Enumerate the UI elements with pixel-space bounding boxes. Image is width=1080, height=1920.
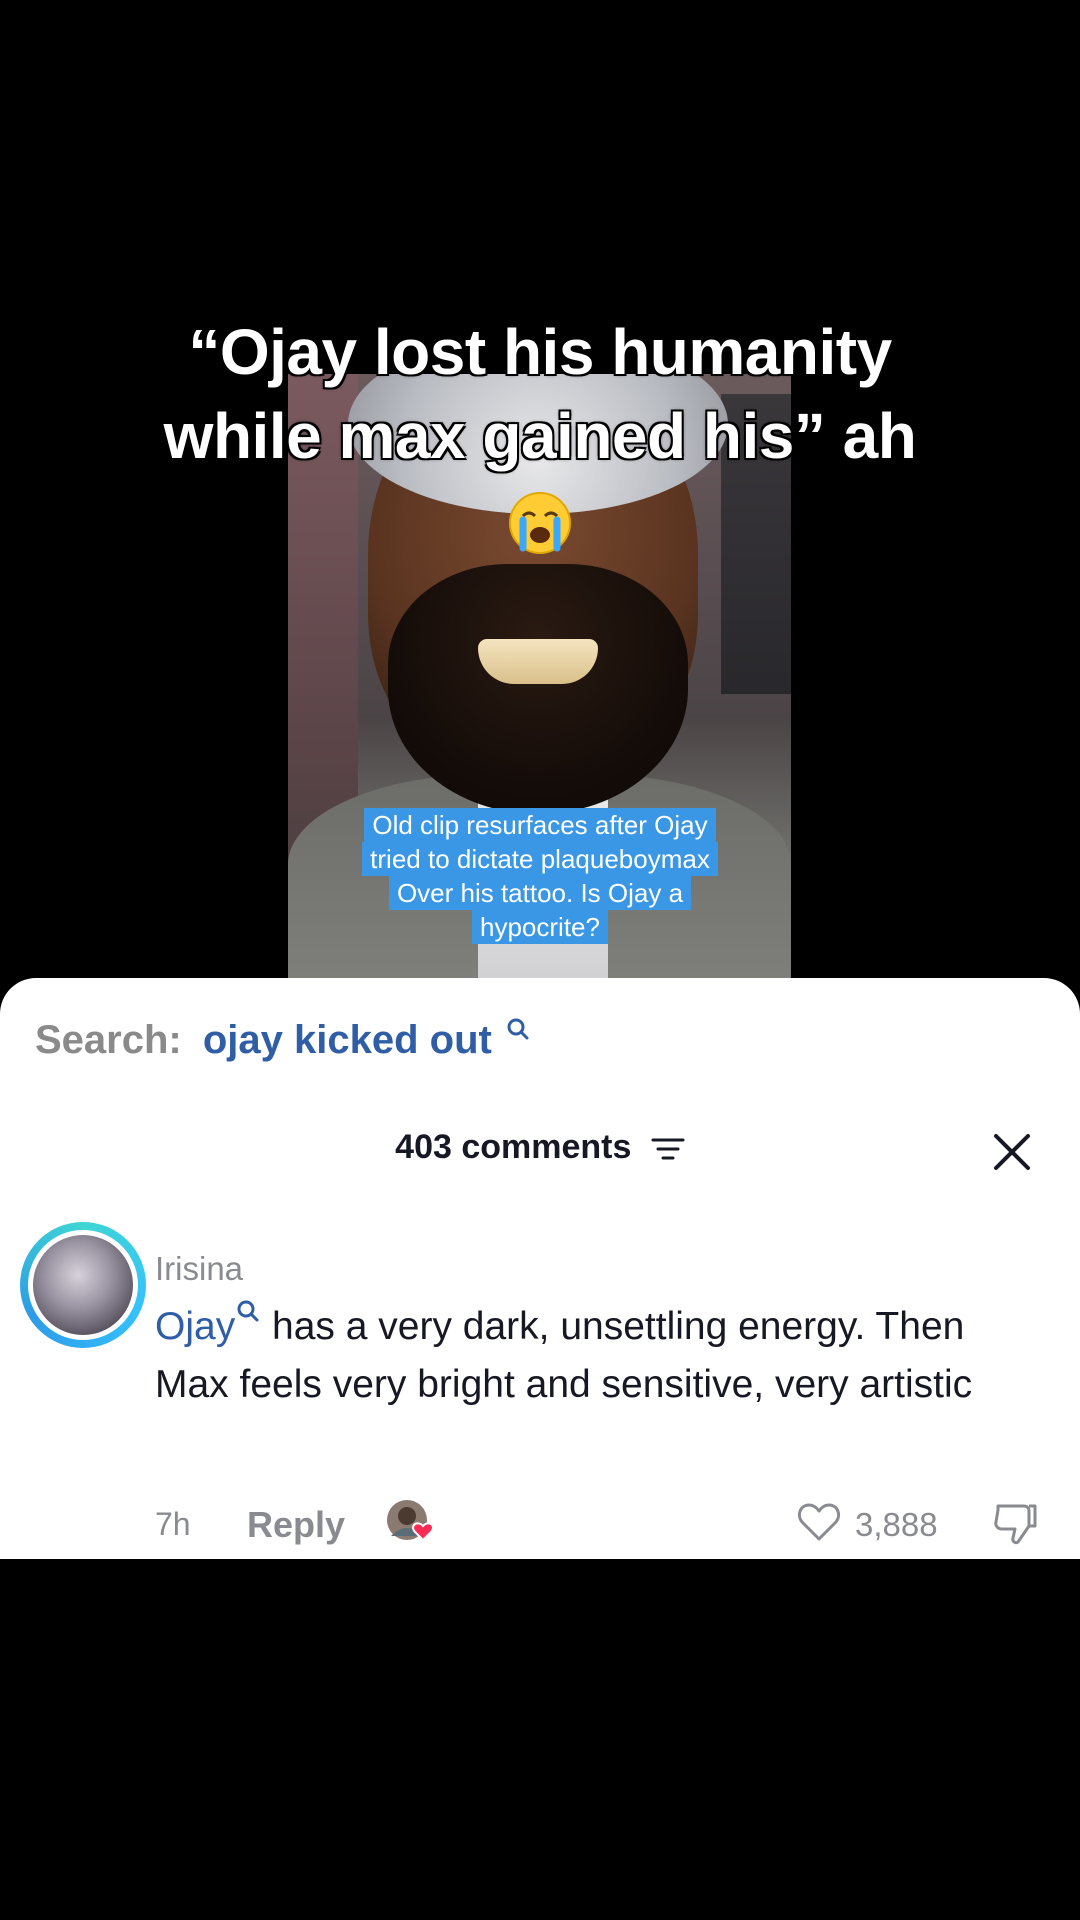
person-teeth — [478, 639, 598, 684]
search-icon — [237, 1300, 259, 1322]
video-player[interactable]: “Ojay lost his humanity while max gained… — [0, 0, 1080, 1000]
comment-body: has a very dark, unsettling energy. Then… — [155, 1305, 973, 1406]
avatar[interactable] — [20, 1222, 146, 1348]
reply-button[interactable]: Reply — [247, 1504, 345, 1546]
video-caption: Old clip resurfaces after Ojay tried to … — [330, 808, 750, 944]
comment-time: 7h — [155, 1506, 191, 1542]
bottom-area — [0, 1559, 1080, 1920]
like-count: 3,888 — [855, 1506, 938, 1543]
mention-link[interactable]: Ojay — [155, 1305, 235, 1348]
caption-line: Over his tattoo. Is Ojay a — [388, 876, 692, 910]
loudly-crying-face-icon — [509, 492, 571, 554]
caption-line: hypocrite? — [472, 910, 608, 944]
person-beard — [388, 564, 688, 814]
comments-count: 403 comments — [395, 1128, 632, 1166]
creator-liked-icon — [387, 1500, 434, 1542]
overlay-line-2: while max gained his” ah — [163, 400, 917, 472]
comment-text: Ojay has a very dark, unsettling energy.… — [155, 1298, 1015, 1414]
thumbs-down-icon[interactable] — [990, 1498, 1040, 1548]
comment-username[interactable]: Irisina — [155, 1250, 243, 1288]
search-term-link[interactable]: ojay kicked out — [203, 1018, 492, 1062]
caption-line: Old clip resurfaces after Ojay — [364, 808, 716, 842]
comments-header: 403 comments — [0, 1128, 1080, 1167]
comments-sheet: Search: ojay kicked out 403 comments Iri… — [0, 978, 1080, 1559]
caption-line: tried to dictate plaqueboymax — [362, 842, 718, 876]
heart-icon[interactable] — [795, 1498, 843, 1546]
search-prefix: Search: — [35, 1018, 182, 1062]
video-overlay-text: “Ojay lost his humanity while max gained… — [80, 310, 1000, 578]
search-suggestion[interactable]: Search: ojay kicked out — [35, 1018, 531, 1063]
close-icon[interactable] — [990, 1130, 1034, 1174]
overlay-line-1: “Ojay lost his humanity — [188, 316, 892, 388]
avatar-image — [33, 1235, 133, 1335]
avatar-inner — [28, 1230, 138, 1340]
comment-actions: 7h Reply 3,888 — [155, 1500, 1055, 1556]
comment-item: Irisina Ojay has a very dark, unsettling… — [0, 1210, 1080, 1560]
search-icon — [507, 1018, 529, 1040]
filter-icon[interactable] — [651, 1134, 685, 1164]
